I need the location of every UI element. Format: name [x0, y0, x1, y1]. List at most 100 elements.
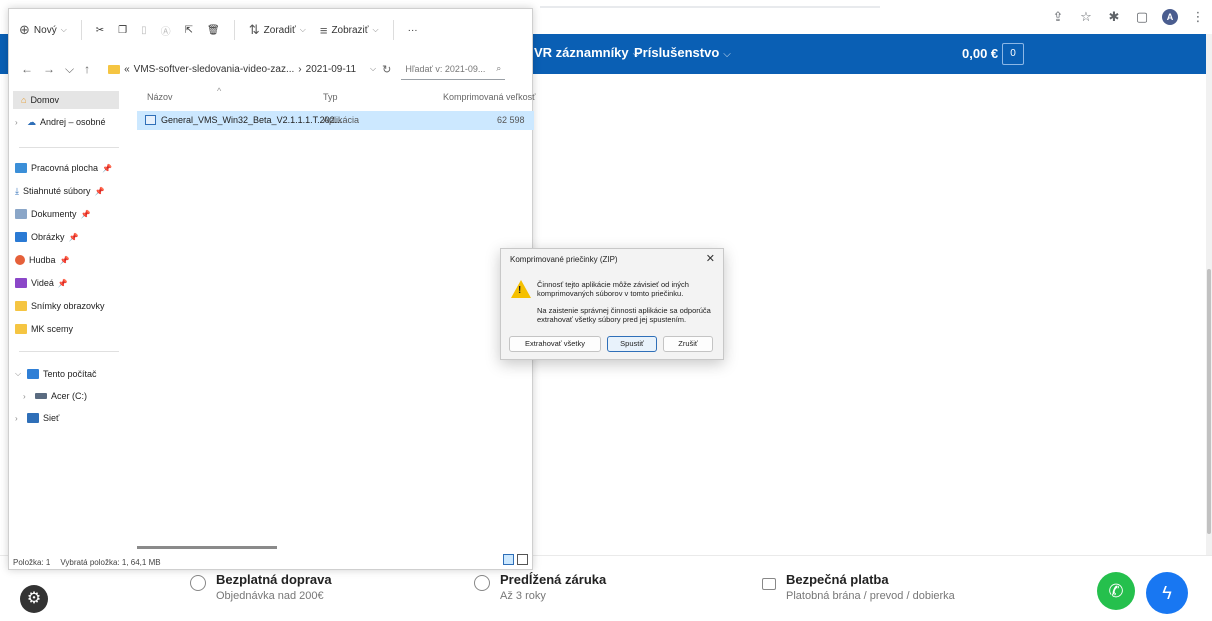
cloud-icon: ☁ [27, 116, 36, 127]
divider [19, 147, 119, 148]
scrollbar-thumb[interactable] [1207, 269, 1211, 534]
sidebar-icon[interactable]: ▢ [1134, 9, 1150, 25]
file-list-header: Názov ^ Typ Komprimovaná veľkosť [147, 86, 536, 108]
file-row[interactable]: General_VMS_Win32_Beta_V2.1.1.1.T.202...… [137, 111, 534, 130]
nav-item-pictures[interactable]: Obrázky 📌 [15, 228, 78, 246]
explorer-search-input[interactable]: Hľadať v: 2021-09... ⌕ [401, 58, 506, 80]
status-items: Položka: 1 [13, 557, 51, 567]
nav-item-prislusenstvo[interactable]: Príslušenstvo ⌵ [634, 45, 731, 60]
nav-item-desktop[interactable]: Pracovná plocha 📌 [15, 159, 112, 177]
nav-item-network[interactable]: › Sieť [15, 409, 59, 427]
messenger-icon[interactable]: ϟ [1146, 572, 1188, 614]
breadcrumb-separator: › [298, 63, 302, 75]
pin-icon[interactable]: 📌 [58, 279, 68, 288]
rename-icon[interactable]: Ⓐ [161, 23, 171, 38]
videos-icon [15, 278, 27, 288]
recent-chevron-icon[interactable]: ⌵ [65, 62, 74, 77]
refresh-icon[interactable]: ↻ [382, 63, 391, 76]
pin-icon[interactable]: 📌 [95, 187, 105, 196]
extract-all-button[interactable]: Extrahovať všetky [509, 336, 601, 352]
view-list-icon: ≡ [319, 22, 328, 38]
star-icon[interactable]: ☆ [1078, 9, 1094, 25]
horizontal-scrollbar[interactable] [137, 546, 277, 549]
page-scrollbar[interactable] [1206, 34, 1212, 621]
profile-avatar[interactable]: A [1162, 9, 1178, 25]
explorer-address-box[interactable]: « VMS-softver-sledovania-video-zaz... › … [104, 58, 376, 80]
breadcrumb-current[interactable]: 2021-09-11 [306, 64, 356, 75]
nav-item-screenshots[interactable]: Snímky obrazovky [15, 297, 105, 315]
pictures-icon [15, 232, 27, 242]
nav-item-onedrive[interactable]: › ☁ Andrej – osobné [15, 113, 106, 131]
home-icon: ⌂ [21, 95, 27, 105]
pin-icon[interactable]: 📌 [81, 210, 91, 219]
application-icon [145, 115, 156, 125]
back-arrow-icon[interactable]: ← [21, 62, 33, 77]
nav-item-videos[interactable]: Videá 📌 [15, 274, 68, 292]
nav-item-vr-zaznamniky[interactable]: VR záznamníky ⌵ [534, 45, 640, 60]
details-view-icon[interactable] [503, 554, 514, 565]
extensions-icon[interactable]: ✱ [1106, 9, 1122, 25]
paste-icon[interactable]: ▯ [141, 25, 147, 36]
feature-payment: Bezpečná platba Platobná brána / prevod … [762, 572, 955, 602]
breadcrumb-folder[interactable]: VMS-softver-sledovania-video-zaz... [134, 64, 295, 75]
view-button[interactable]: ≡ Zobraziť ⌵ [320, 23, 379, 38]
nav-item-downloads[interactable]: ⤓ Stiahnuté súbory 📌 [15, 182, 105, 200]
cart-price[interactable]: 0,00 € [962, 46, 998, 61]
nav-item-documents[interactable]: Dokumenty 📌 [15, 205, 91, 223]
column-name[interactable]: Názov [147, 92, 173, 102]
plus-circle-icon: ⊕ [19, 22, 30, 37]
folder-icon [108, 64, 121, 74]
cart-icon[interactable]: 0 [1002, 43, 1024, 65]
view-toggle [503, 554, 528, 565]
browser-actions: ⇪ ☆ ✱ ▢ A ⋮ [1050, 9, 1206, 25]
pin-icon[interactable]: 📌 [60, 256, 70, 265]
nav-item-music[interactable]: Hudba 📌 [15, 251, 70, 269]
folder-icon [15, 324, 27, 334]
address-dropdown-icon[interactable]: ⌵ [370, 64, 376, 74]
column-compressed-size[interactable]: Komprimovaná veľkosť [443, 92, 536, 102]
chevron-right-icon: › [15, 117, 18, 127]
nav-item-home[interactable]: ⌂ Domov [13, 91, 119, 109]
settings-gear-icon[interactable]: ⚙ [20, 585, 48, 613]
folder-icon [15, 301, 27, 311]
sort-button[interactable]: ⇅ Zoradiť ⌵ [249, 22, 306, 38]
menu-icon[interactable]: ⋮ [1190, 9, 1206, 25]
copy-icon[interactable]: ❐ [118, 25, 127, 36]
more-options-button[interactable]: ··· [408, 25, 418, 36]
whatsapp-icon[interactable]: ✆ [1097, 572, 1135, 610]
pin-icon[interactable]: 📌 [69, 233, 79, 242]
new-button[interactable]: ⊕ Nový ⌵ [19, 22, 67, 38]
divider [19, 351, 119, 352]
pin-icon[interactable]: 📌 [102, 164, 112, 173]
close-icon[interactable]: ✕ [706, 252, 715, 265]
explorer-status-bar: Položka: 1 Vybratá položka: 1, 64,1 MB [9, 554, 534, 570]
run-button[interactable]: Spustiť [607, 336, 657, 352]
feature-shipping: Bezplatná doprava Objednávka nad 200€ [190, 572, 332, 602]
explorer-navigation-pane: ⌂ Domov › ☁ Andrej – osobné Pracovná plo… [9, 89, 129, 549]
share-icon[interactable]: ⇱ [185, 25, 193, 36]
tiles-view-icon[interactable] [517, 554, 528, 565]
explorer-address-row: ← → ⌵ ↑ « VMS-softver-sledovania-video-z… [9, 55, 534, 83]
status-selected: Vybratá položka: 1, 64,1 MB [60, 557, 161, 567]
search-icon: ⌕ [496, 63, 502, 73]
feature-subtitle: Platobná brána / prevod / dobierka [786, 590, 955, 602]
column-type[interactable]: Typ [323, 92, 338, 102]
file-name: General_VMS_Win32_Beta_V2.1.1.1.T.202... [161, 115, 343, 125]
nav-item-drive-c[interactable]: › Acer (C:) [23, 387, 87, 405]
nav-item-mk-scemy[interactable]: MK scemy [15, 320, 73, 338]
address-bar[interactable] [540, 6, 880, 8]
explorer-command-bar: ⊕ Nový ⌵ ✂ ❐ ▯ Ⓐ ⇱ 🗑 ⇅ Zoradiť ⌵ ≡ Zobra… [9, 9, 534, 51]
forward-arrow-icon[interactable]: → [43, 62, 55, 77]
screen: ⇪ ☆ ✱ ▢ A ⋮ VR záznamníky ⌵ Príslušenstvo… [0, 0, 1212, 621]
cut-icon[interactable]: ✂ [96, 25, 104, 36]
dialog-title: Komprimované priečinky (ZIP) [510, 255, 618, 264]
warning-exclamation: ! [518, 285, 522, 296]
trash-icon[interactable]: 🗑 [207, 25, 220, 36]
music-icon [15, 255, 25, 265]
divider [80, 20, 82, 40]
cancel-button[interactable]: Zrušiť [663, 336, 713, 352]
up-arrow-icon[interactable]: ↑ [84, 62, 90, 77]
share-icon[interactable]: ⇪ [1050, 9, 1066, 25]
nav-item-this-pc[interactable]: ⌵ Tento počítač [15, 365, 97, 383]
chevron-down-icon: ⌵ [299, 25, 306, 34]
